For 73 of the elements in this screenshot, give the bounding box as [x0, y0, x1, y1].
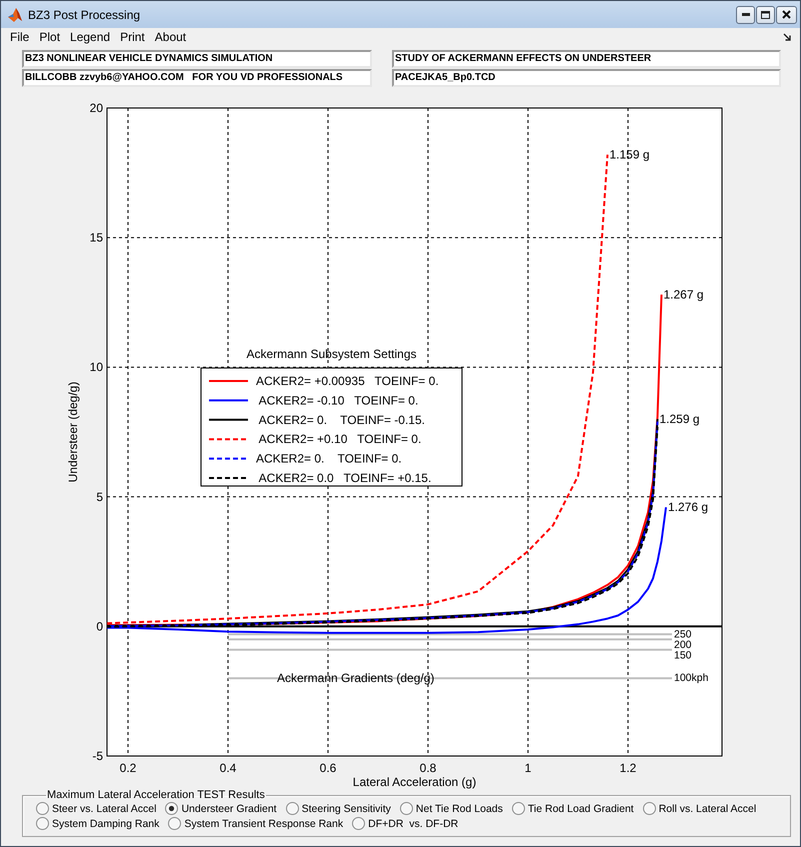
- window-title: BZ3 Post Processing: [28, 8, 140, 22]
- menu-item[interactable]: Plot: [39, 30, 60, 44]
- legend-label: ACKER2= +0.10 TOEINF= 0.: [258, 432, 422, 446]
- arrow-icon[interactable]: [783, 32, 791, 40]
- logo-icon: [7, 6, 23, 22]
- legend-label: ACKER2= 0. TOEINF= 0.: [256, 452, 402, 466]
- radio-option[interactable]: Steer vs. Lateral Accel: [36, 802, 156, 815]
- x-tick-label: 1: [524, 761, 532, 775]
- line-sample-icon: [209, 399, 248, 402]
- annotation-label: Ackermann Gradients (deg/g): [277, 671, 434, 686]
- menu-item[interactable]: File: [10, 30, 30, 44]
- close-icon: [782, 10, 791, 19]
- reference-label: 200: [674, 638, 692, 651]
- reference-label: 100kph: [674, 672, 708, 684]
- radio-option[interactable]: Understeer Gradient: [165, 802, 277, 815]
- info-field: PACEJKA5_Bp0.TCD: [392, 69, 781, 87]
- legend-title: Ackermann Subsystem Settings: [246, 347, 417, 361]
- y-tick-label: 5: [96, 490, 103, 504]
- menu-item[interactable]: About: [154, 30, 186, 44]
- annotation-label: 1.276 g: [668, 500, 708, 514]
- radio-option[interactable]: Steering Sensitivity: [286, 802, 391, 815]
- legend-label: ACKER2= 0. TOEINF= -0.15.: [258, 412, 425, 427]
- annotation-label: 1.267 g: [664, 288, 704, 302]
- radio-icon[interactable]: [286, 802, 299, 815]
- radio-option[interactable]: DF+DR vs. DF-DR: [352, 817, 458, 830]
- y-tick-label: -5: [92, 749, 103, 763]
- info-field: STUDY OF ACKERMANN EFFECTS ON UNDERSTEER: [392, 50, 781, 68]
- line-sample-icon: [209, 477, 248, 479]
- minimize-button[interactable]: [736, 6, 755, 24]
- x-axis-label: Lateral Acceleration (g): [352, 775, 476, 789]
- radio-icon[interactable]: [165, 802, 178, 815]
- radio-icon[interactable]: [642, 802, 656, 815]
- y-axis-label: Understeer (deg/g): [66, 382, 80, 482]
- annotation-label: 1.159 g: [610, 148, 650, 162]
- line-sample-icon: [209, 458, 248, 460]
- close-button[interactable]: [776, 6, 797, 24]
- annotation-label: 1.259 g: [660, 412, 700, 426]
- x-tick-label: 0.6: [320, 761, 336, 775]
- reference-label: 150: [674, 649, 692, 662]
- legend-label: ACKER2= 0.0 TOEINF= +0.15.: [258, 471, 432, 485]
- maximize-icon: [761, 10, 770, 18]
- legend-label: ACKER2= -0.10 TOEINF= 0.: [258, 393, 418, 408]
- line-sample-icon: [209, 438, 248, 440]
- radio-option[interactable]: Tie Rod Load Gradient: [512, 802, 634, 815]
- radio-icon[interactable]: [36, 802, 49, 815]
- menu-item[interactable]: Print: [120, 30, 145, 44]
- y-tick-label: 10: [90, 360, 103, 374]
- y-tick-label: 20: [90, 101, 103, 115]
- info-field: BILLCOBB zzvyb6@YAHOO.COM FOR YOU VD PROFESSIONALS: [22, 69, 372, 87]
- x-tick-label: 0.2: [120, 761, 136, 775]
- x-tick-label: 0.4: [220, 761, 236, 775]
- group-title: Maximum Lateral Acceleration TEST Results: [46, 789, 266, 801]
- y-tick-label: 0: [96, 619, 103, 634]
- line-sample-icon: [209, 380, 248, 382]
- x-tick-label: 1.2: [620, 761, 636, 775]
- radio-option[interactable]: Net Tie Rod Loads: [400, 802, 503, 815]
- reference-label: 250: [674, 628, 692, 640]
- radio-icon[interactable]: [352, 817, 366, 830]
- info-field: BZ3 NONLINEAR VEHICLE DYNAMICS SIMULATION: [22, 50, 372, 68]
- radio-icon[interactable]: [512, 802, 525, 815]
- minimize-icon: [742, 13, 750, 16]
- line-sample-icon: [209, 418, 248, 421]
- menu-item[interactable]: Legend: [70, 30, 110, 44]
- x-tick-label: 0.8: [420, 761, 436, 775]
- radio-option[interactable]: System Transient Response Rank: [168, 817, 344, 830]
- radio-icon[interactable]: [168, 817, 182, 830]
- legend-label: ACKER2= +0.00935 TOEINF= 0.: [256, 374, 439, 388]
- radio-icon[interactable]: [36, 817, 49, 830]
- radio-icon[interactable]: [400, 802, 413, 815]
- maximize-button[interactable]: [756, 6, 775, 24]
- y-tick-label: 15: [90, 230, 103, 245]
- radio-option[interactable]: Roll vs. Lateral Accel: [642, 802, 756, 815]
- radio-option[interactable]: System Damping Rank: [36, 817, 160, 830]
